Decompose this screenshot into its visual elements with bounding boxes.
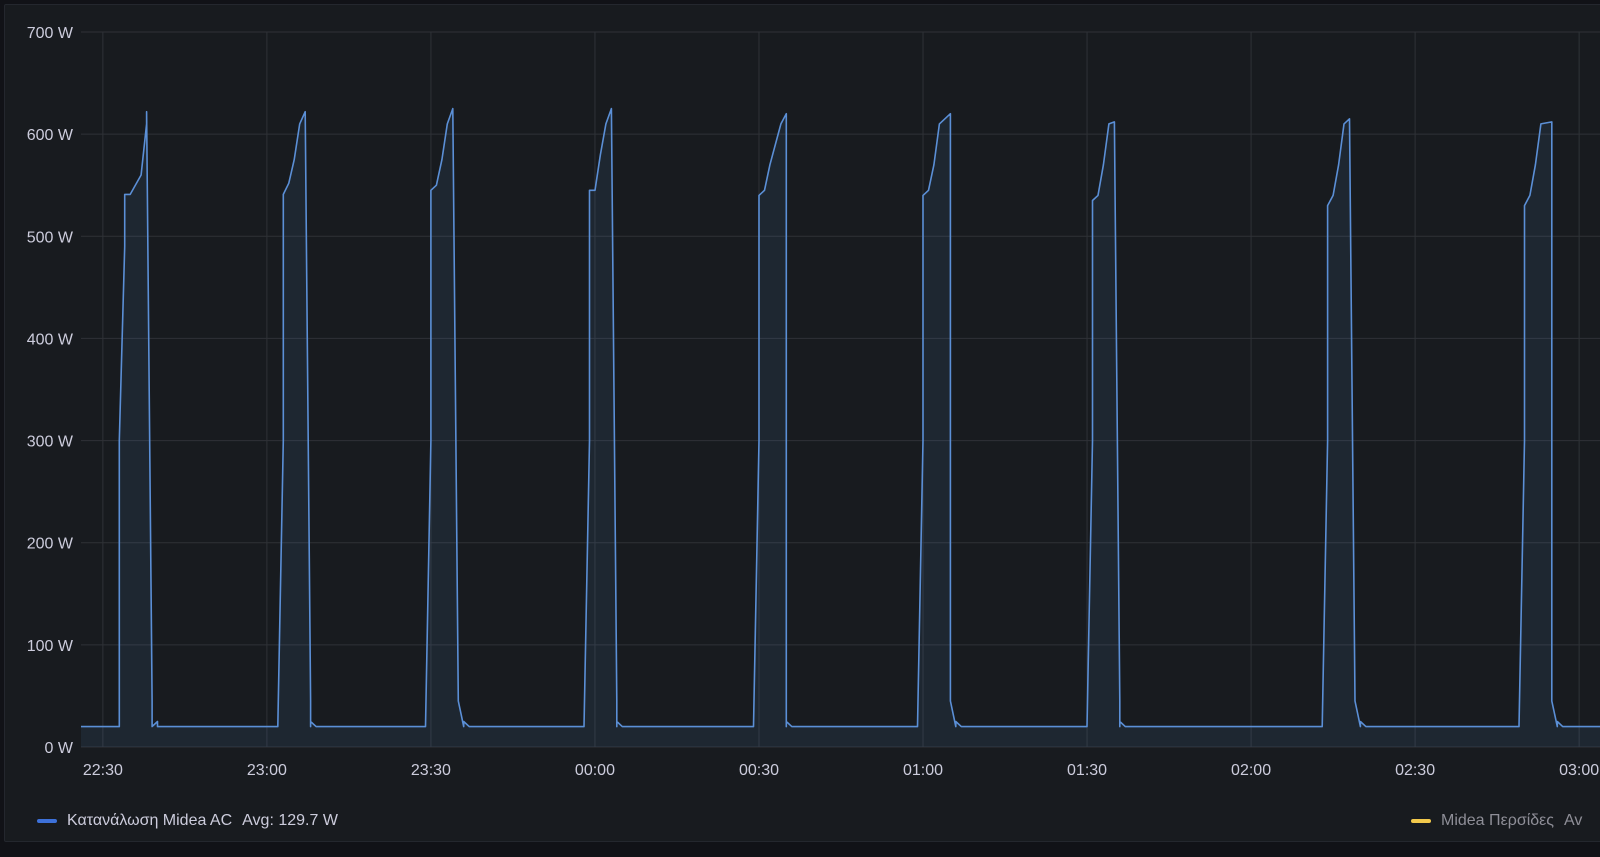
x-tick-label: 03:00 — [1559, 762, 1599, 779]
chart-svg: 0 W 100 W 200 W 300 W 400 W 500 W 600 W 700 W 22… — [27, 25, 1600, 779]
x-tick-label: 02:30 — [1395, 762, 1435, 779]
x-tick-label: 00:30 — [739, 762, 779, 779]
legend-series-name-2: Midea Περσίδες — [1441, 812, 1554, 829]
x-tick-label: 01:00 — [903, 762, 943, 779]
x-tick-label: 01:30 — [1067, 762, 1107, 779]
legend-swatch-blinds — [1411, 819, 1431, 823]
legend-item-ac[interactable]: Κατανάλωση Midea AC Avg: 129.7 W — [37, 809, 338, 833]
y-tick-label: 100 W — [27, 638, 74, 655]
legend-item-blinds[interactable]: Midea Περσίδες Av — [1411, 809, 1582, 833]
legend-swatch-ac — [37, 819, 57, 823]
y-tick-label: 600 W — [27, 127, 74, 144]
series-layer — [81, 107, 1600, 747]
chart-panel: 0 W 100 W 200 W 300 W 400 W 500 W 600 W 700 W 22… — [4, 4, 1600, 842]
label-layer: 0 W 100 W 200 W 300 W 400 W 500 W 600 W 700 W 22… — [27, 25, 1599, 779]
y-tick-label: 700 W — [27, 25, 74, 42]
x-tick-label: 23:30 — [411, 762, 451, 779]
y-tick-label: 200 W — [27, 536, 74, 553]
x-tick-label: 22:30 — [83, 762, 123, 779]
x-tick-label: 02:00 — [1231, 762, 1271, 779]
legend-series-avg-2: Av — [1564, 812, 1583, 829]
y-tick-label: 400 W — [27, 331, 74, 348]
y-tick-label: 300 W — [27, 434, 74, 451]
legend-series-avg: Avg: 129.7 W — [242, 812, 338, 829]
x-tick-label: 00:00 — [575, 762, 615, 779]
y-tick-label: 500 W — [27, 229, 74, 246]
x-tick-label: 23:00 — [247, 762, 287, 779]
legend-series-name: Κατανάλωση Midea AC — [67, 812, 233, 829]
y-tick-label: 0 W — [45, 740, 74, 757]
